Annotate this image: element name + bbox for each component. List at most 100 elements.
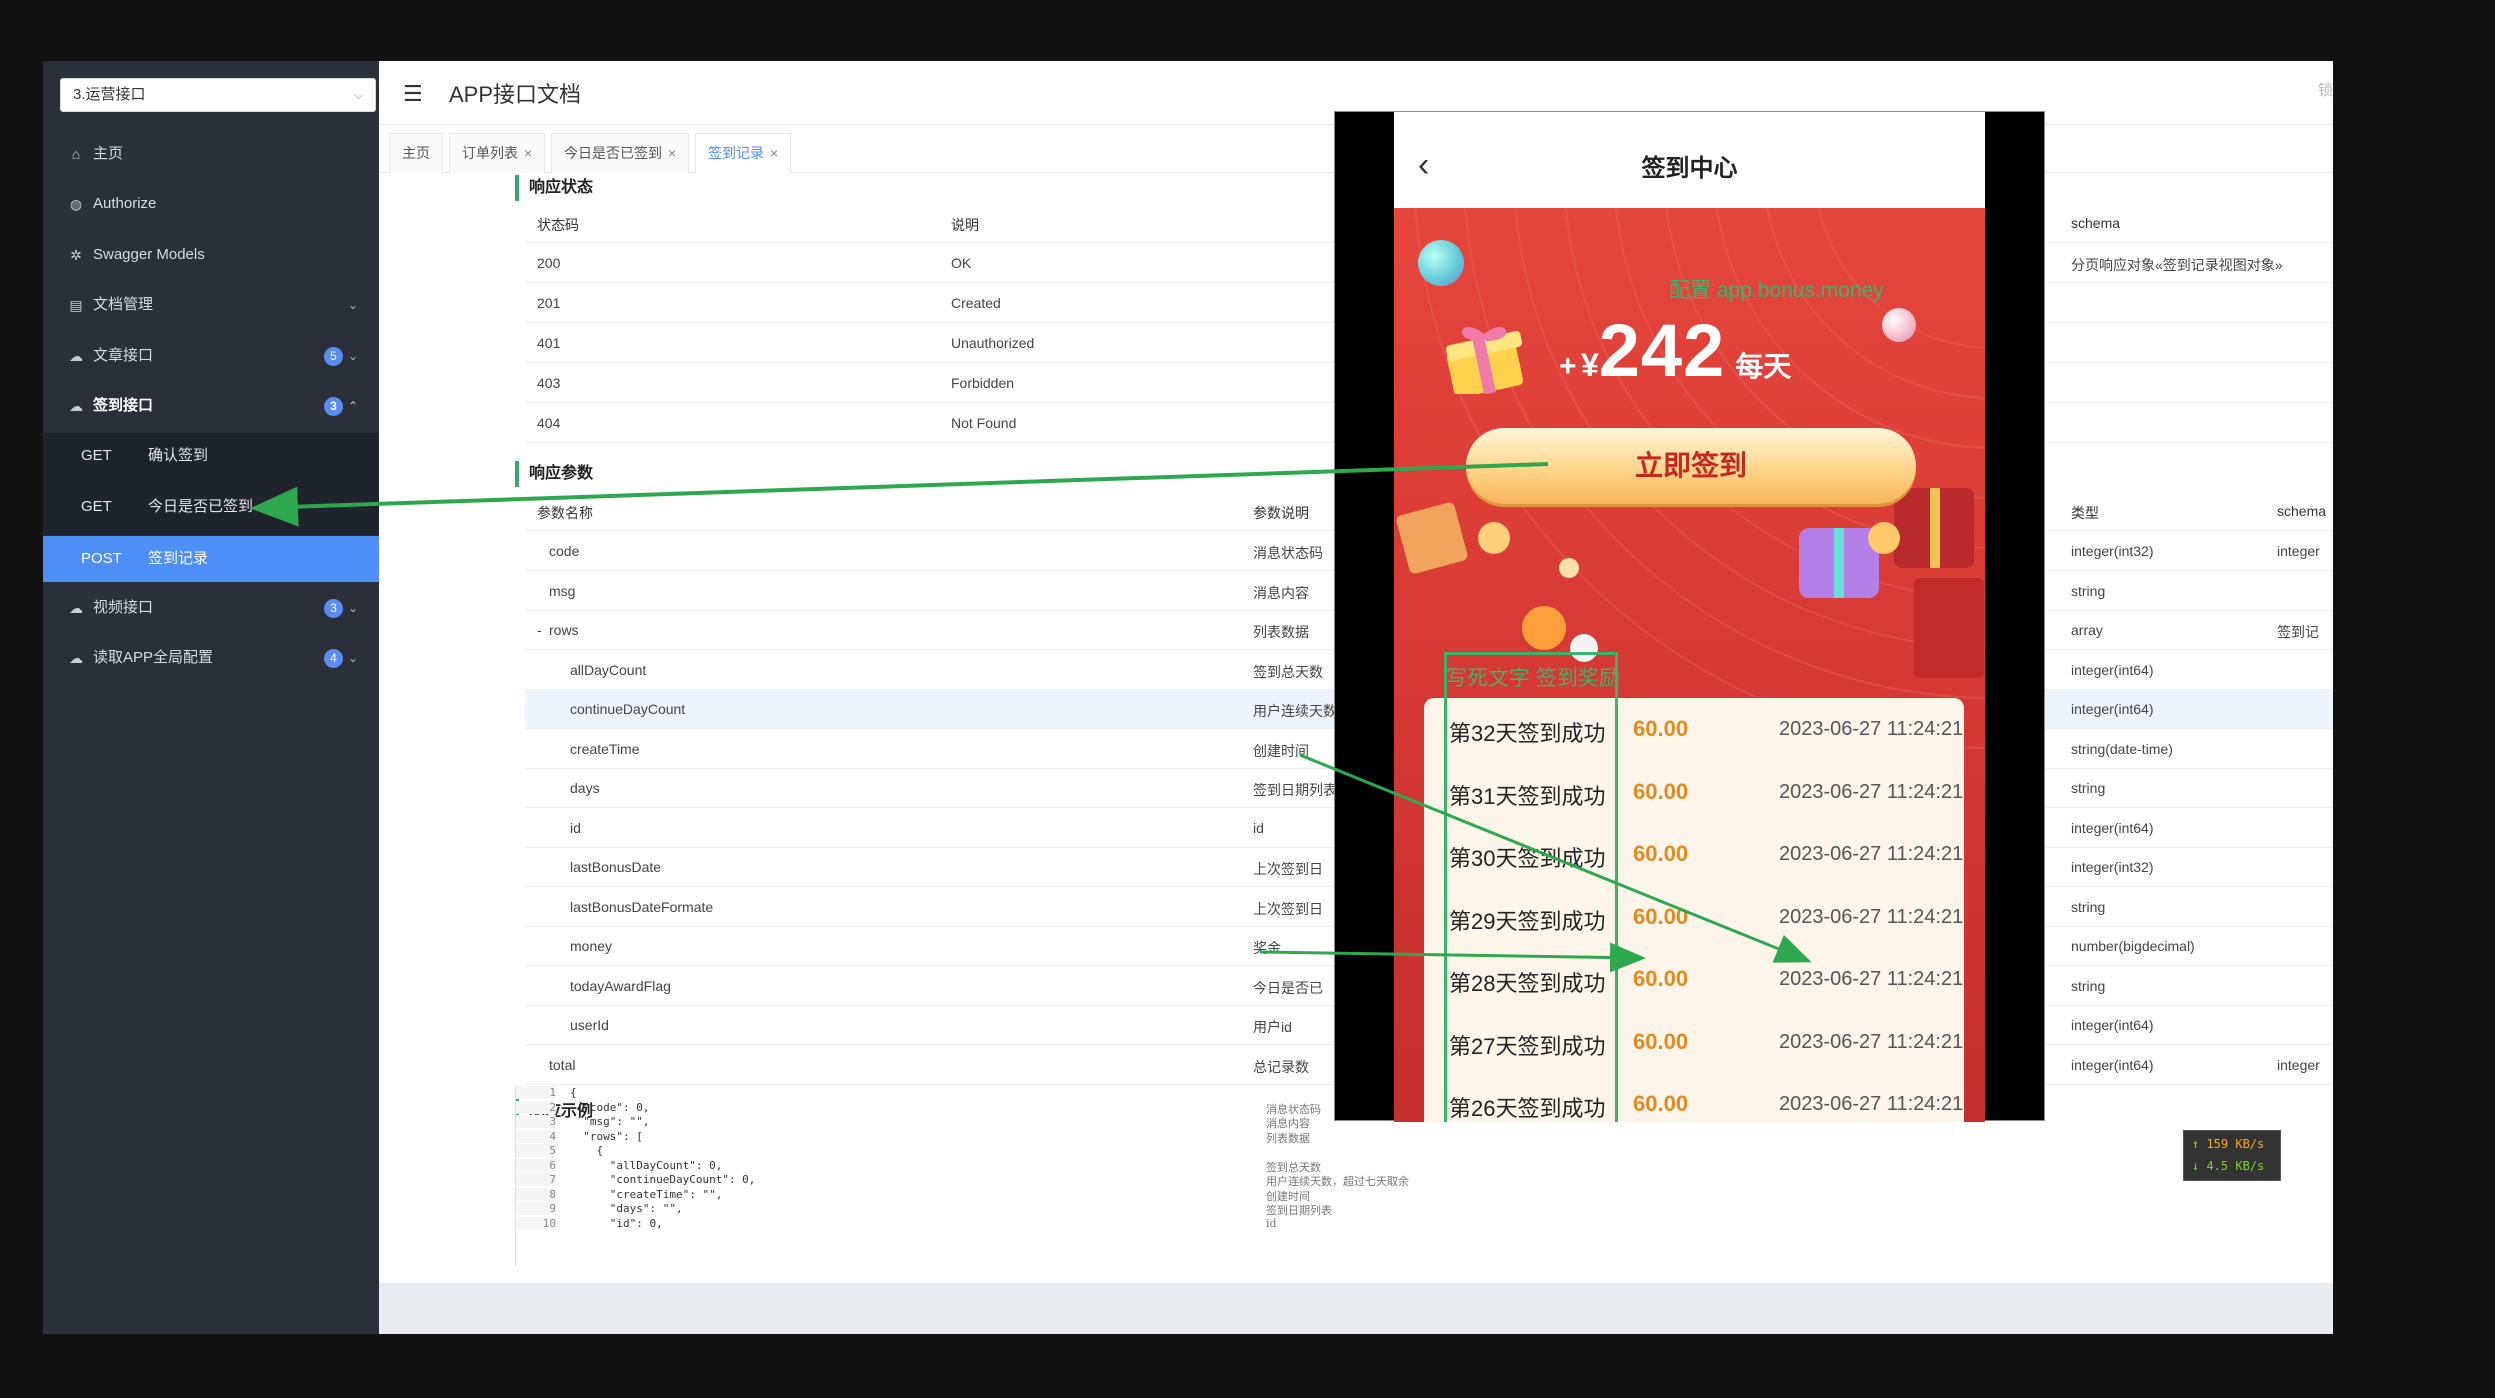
param-desc: 消息内容 (1253, 584, 1309, 601)
sidebar-item-label: 视频接口 (93, 599, 154, 616)
annotation-hardcoded-text: 写死文字 签到奖励 (1446, 667, 1620, 690)
bubble-decoration (1418, 240, 1464, 286)
signin-hero: 配置 app.bonus.money + ¥242 每天 立即签到 第32天签到成… (1394, 208, 1985, 1122)
sidebar-item-authorize[interactable]: ◍ Authorize (43, 179, 379, 229)
daily-bonus: + ¥242 每天 (1559, 308, 1791, 393)
tab-today-signed[interactable]: 今日是否已签到 × (551, 133, 690, 173)
close-icon[interactable]: × (668, 145, 676, 161)
phone-screenshot: ‹ 签到中心 配置 app.bonus.money + ¥242 每天 立即签到… (1334, 111, 2045, 1122)
sidebar-sub-confirm-signin[interactable]: GET 确认签到 (43, 433, 379, 479)
param-name: msg (549, 582, 576, 599)
column-header: 参数说明 (1253, 505, 1309, 521)
api-group-select[interactable]: 3.运营接口 ⌵ (60, 78, 376, 112)
column-header: 参数名称 (537, 505, 593, 521)
line-number: 2 (516, 1100, 556, 1114)
code-line: "continueDayCount": 0, (570, 1173, 756, 1186)
status-desc: Created (951, 295, 1001, 311)
signin-now-button[interactable]: 立即签到 (1466, 428, 1916, 504)
record-amount: 60.00 (1633, 778, 1689, 804)
line-number: 1 (516, 1086, 556, 1099)
param-name: allDayCount (570, 661, 647, 678)
sidebar-item-video-api[interactable]: ☁ 视频接口 3 ⌄ (43, 583, 379, 633)
param-desc: 今日是否已 (1253, 979, 1323, 996)
line-number: 5 (516, 1144, 556, 1157)
line-number: 3 (516, 1115, 556, 1128)
topbar-right-text[interactable]: 锁 (2318, 79, 2333, 100)
sidebar-sub-label: 今日是否已签到 (148, 498, 254, 515)
tab-home[interactable]: 主页 (389, 133, 443, 173)
network-speed-widget: ↑ 159 KB/s ↓ 4.5 KB/s (2183, 1130, 2281, 1181)
sidebar-sub-today-signed[interactable]: GET 今日是否已签到 (43, 479, 379, 535)
column-header: 状态码 (537, 217, 579, 233)
code-comment: 列表数据 (1266, 1131, 1310, 1145)
param-type: integer(int64) (2071, 1017, 2154, 1033)
sidebar-item-label: 文章接口 (93, 347, 154, 364)
status-desc: Not Found (951, 415, 1017, 431)
status-code: 201 (537, 295, 561, 311)
column-header: schema (2071, 215, 2121, 231)
status-schema: 分页响应对象«签到记录视图对象» (2071, 257, 2283, 273)
param-name: continueDayCount (570, 701, 686, 717)
bonus-period: 每天 (1735, 351, 1792, 382)
param-desc: 上次签到日 (1253, 861, 1323, 877)
code-line: "msg": "", (570, 1115, 650, 1128)
count-badge: 4 (324, 649, 343, 668)
chevron-down-icon: ⌵ (353, 88, 363, 102)
param-type: array (2071, 622, 2103, 638)
status-desc: OK (951, 255, 972, 271)
sidebar-sub-signin-records[interactable]: POST 签到记录 (43, 536, 379, 582)
param-type: number(bigdecimal) (2071, 938, 2195, 954)
phone-navbar: ‹ 签到中心 (1394, 112, 1985, 208)
collapse-toggle[interactable]: - (537, 622, 542, 638)
sidebar-item-label: 读取APP全局配置 (93, 649, 214, 666)
param-type: string (2071, 582, 2106, 599)
annotation-box (1444, 652, 1618, 1122)
tab-label: 签到记录 (708, 145, 764, 161)
record-amount: 60.00 (1633, 716, 1689, 741)
section-title: 响应参数 (515, 461, 593, 487)
sidebar-sub-label: 确认签到 (148, 447, 209, 464)
line-number: 6 (516, 1158, 556, 1172)
line-number: 7 (516, 1173, 556, 1186)
sidebar-item-signin-api[interactable]: ☁ 签到接口 3 ⌃ (43, 381, 379, 431)
sidebar-item-label: 主页 (93, 145, 124, 162)
tab-order-list[interactable]: 订单列表 × (449, 133, 546, 173)
param-name: lastBonusDate (570, 859, 662, 875)
currency-symbol: ¥ (1580, 347, 1599, 383)
sidebar-item-home[interactable]: ⌂ 主页 (43, 129, 379, 179)
record-amount: 60.00 (1633, 966, 1689, 991)
sidebar-item-article-api[interactable]: ☁ 文章接口 5 ⌄ (43, 331, 379, 381)
tab-label: 主页 (402, 145, 430, 161)
param-desc: 签到总天数 (1253, 663, 1323, 680)
upload-speed: ↑ 159 KB/s (2192, 1137, 2265, 1151)
status-desc: Unauthorized (951, 335, 1035, 351)
param-type: string (2071, 780, 2106, 796)
record-amount: 60.00 (1633, 841, 1689, 866)
record-time: 2023-06-27 11:24:21 (1779, 968, 1964, 990)
models-icon: ✲ (70, 247, 82, 263)
param-schema: integer (2277, 1056, 2320, 1073)
param-type: integer(int64) (2071, 1056, 2154, 1073)
param-name: total (549, 1056, 576, 1073)
close-icon[interactable]: × (770, 145, 778, 161)
code-line: { (570, 1144, 604, 1157)
record-time: 2023-06-27 11:24:21 (1779, 718, 1964, 740)
download-speed: ↓ 4.5 KB/s (2192, 1159, 2265, 1173)
sidebar-item-label: Swagger Models (93, 246, 205, 263)
tab-signin-records[interactable]: 签到记录 × (695, 133, 792, 173)
count-badge: 3 (324, 397, 343, 416)
param-desc: 上次签到日 (1253, 900, 1323, 917)
docs-icon: ▤ (69, 297, 83, 313)
sidebar-item-swagger-models[interactable]: ✲ Swagger Models (43, 230, 379, 280)
home-icon: ⌂ (71, 146, 81, 162)
sidebar-item-docs[interactable]: ▤ 文档管理 ⌄ (43, 280, 379, 330)
menu-toggle-icon[interactable]: ☰ (403, 81, 423, 107)
code-line: "code": 0, (570, 1100, 650, 1114)
column-header: 说明 (951, 217, 979, 233)
column-header: schema (2277, 503, 2327, 519)
chevron-down-icon: ⌄ (348, 349, 359, 363)
column-header: 类型 (2071, 505, 2099, 521)
sidebar-item-app-config[interactable]: ☁ 读取APP全局配置 4 ⌄ (43, 633, 379, 683)
phone-screen: ‹ 签到中心 配置 app.bonus.money + ¥242 每天 立即签到… (1394, 112, 1985, 1122)
close-icon[interactable]: × (524, 145, 532, 161)
